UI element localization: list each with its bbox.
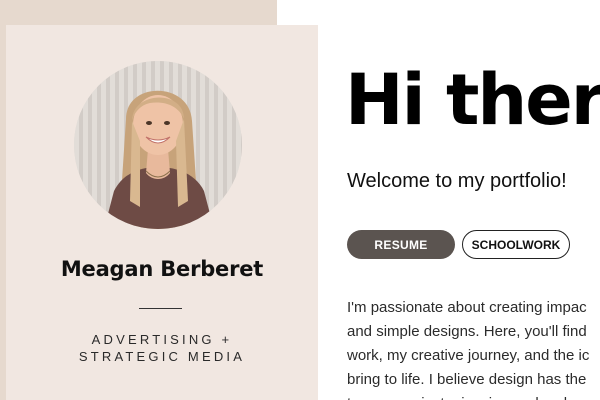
- profile-title-line-2: STRATEGIC MEDIA: [78, 349, 246, 364]
- avatar: [74, 61, 242, 229]
- hero-heading: Hi ther: [345, 59, 600, 141]
- bio-paragraph: I'm passionate about creating impac and …: [347, 296, 600, 400]
- welcome-text: Welcome to my portfolio!: [347, 170, 567, 192]
- resume-button[interactable]: RESUME: [347, 230, 455, 259]
- schoolwork-button[interactable]: SCHOOLWORK: [462, 230, 570, 259]
- profile-name: Meagan Berberet: [60, 257, 264, 281]
- profile-title-line-1: ADVERTISING +: [91, 332, 233, 347]
- profile-title: ADVERTISING + STRATEGIC MEDIA: [6, 331, 318, 365]
- profile-card: Meagan Berberet ADVERTISING + STRATEGIC …: [6, 25, 318, 400]
- profile-photo: [74, 61, 242, 229]
- bio-line: bring to life. I believe design has the: [347, 371, 587, 388]
- bio-line: and simple designs. Here, you'll find: [347, 323, 587, 340]
- bio-line: work, my creative journey, and the ic: [347, 347, 590, 364]
- bio-line: to communicate, inspire, and make a: [347, 392, 600, 400]
- name-divider: [139, 308, 182, 309]
- bio-line: I'm passionate about creating impac: [347, 299, 587, 316]
